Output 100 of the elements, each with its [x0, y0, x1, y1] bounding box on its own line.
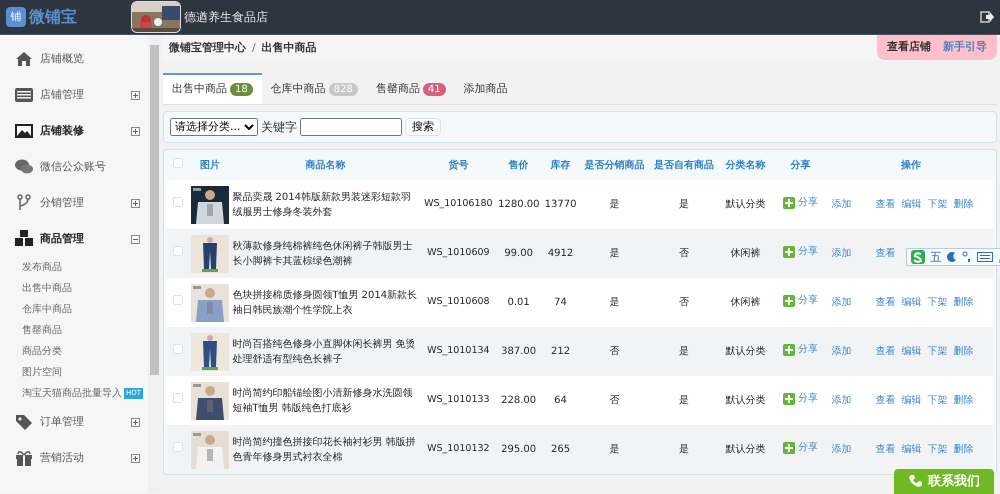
action-link[interactable]: 编辑 [901, 442, 922, 457]
share-link[interactable]: 分享 [783, 440, 818, 456]
action-link[interactable]: 添加 [831, 442, 852, 457]
image-icon [14, 121, 34, 141]
action-link[interactable]: 编辑 [901, 197, 922, 212]
count-badge: 18 [230, 83, 253, 96]
action-link[interactable]: 添加 [831, 246, 852, 261]
action-link[interactable]: 查看 [875, 393, 896, 408]
plus-icon [783, 196, 796, 209]
cubes-icon [14, 229, 34, 249]
action-link[interactable]: 删除 [953, 442, 974, 457]
top-link[interactable]: 查看店铺 [887, 39, 931, 56]
category-cell: 默认分类 [718, 376, 772, 425]
sidebar-item[interactable]: 店铺概览 [0, 41, 148, 77]
row-checkbox[interactable] [173, 295, 184, 305]
expand-icon[interactable] [131, 90, 140, 100]
category-cell: 默认分类 [718, 425, 772, 474]
action-link[interactable]: 编辑 [901, 393, 922, 408]
keyword-field[interactable] [300, 118, 402, 136]
row-checkbox[interactable] [173, 442, 184, 452]
price-cell: 295.00 [496, 425, 542, 474]
action-link[interactable]: 下架 [927, 344, 948, 359]
top-link[interactable]: 新手引导 [943, 39, 987, 56]
sidebar-item[interactable]: 店铺装修 [0, 113, 148, 149]
action-link[interactable]: 编辑 [901, 344, 922, 359]
row-checkbox[interactable] [173, 246, 184, 256]
row-checkbox[interactable] [173, 197, 184, 207]
action-link[interactable]: 添加 [831, 344, 852, 359]
column-header: 商品名称 [230, 150, 421, 180]
tab[interactable]: 出售中商品 18 [163, 73, 262, 104]
share-link[interactable]: 分享 [783, 195, 818, 210]
price-cell: 1280.00 [496, 180, 542, 229]
expand-icon[interactable] [131, 198, 140, 208]
action-link[interactable]: 查看 [875, 295, 896, 310]
row-checkbox[interactable] [173, 344, 184, 354]
sidebar-item[interactable]: 店铺管理 [0, 77, 148, 113]
expand-icon[interactable] [131, 126, 140, 136]
share-link[interactable]: 分享 [783, 391, 818, 406]
action-link[interactable]: 查看 [875, 197, 896, 212]
sidebar-label: 微信公众账号 [40, 158, 107, 175]
sidebar-subitem[interactable]: 发布商品 [0, 257, 148, 278]
action-link[interactable]: 删除 [953, 197, 974, 212]
sidebar-item[interactable]: 商品管理 [0, 221, 148, 257]
sidebar-subitem[interactable]: 图片空间 [0, 362, 148, 383]
sidebar-subitem[interactable]: 商品分类 [0, 341, 148, 362]
row-checkbox[interactable] [173, 393, 184, 403]
sidebar-subitem[interactable]: 出售中商品 [0, 278, 148, 299]
column-header: 售价 [496, 150, 542, 180]
action-link[interactable]: 下架 [927, 295, 948, 310]
sidebar-item[interactable]: 订单管理 [0, 404, 148, 440]
product-name: 秋薄款修身纯棉裤纯色休闲裤子韩版男士长小脚裤卡其蓝棕绿色潮裤 [230, 229, 421, 278]
collapse-icon[interactable] [131, 234, 140, 244]
action-link[interactable]: 编辑 [901, 295, 922, 310]
table-cell: 是 [649, 327, 719, 376]
share-link[interactable]: 分享 [783, 293, 818, 308]
sidebar-label: 营销活动 [40, 450, 85, 466]
expand-icon[interactable] [131, 418, 140, 426]
sidebar-label: 店铺管理 [40, 86, 85, 103]
action-link[interactable]: 添加 [831, 393, 852, 408]
tab[interactable]: 添加商品 [454, 73, 517, 104]
column-header: 图片 [189, 150, 230, 180]
search-button[interactable]: 搜索 [405, 118, 441, 136]
action-link[interactable]: 删除 [953, 344, 974, 359]
action-link[interactable]: 查看 [875, 246, 896, 261]
sku-cell: WS_10106180 [420, 180, 496, 229]
share-link[interactable]: 分享 [783, 244, 818, 260]
action-link[interactable]: 添加 [831, 295, 852, 310]
action-link[interactable]: 下架 [927, 442, 948, 457]
price-cell: 0.01 [496, 278, 542, 327]
count-badge: 41 [422, 83, 446, 96]
column-header: 分享 [772, 150, 830, 180]
sidebar-label: 分销管理 [40, 194, 85, 211]
sidebar-item[interactable]: 微信公众账号 [0, 149, 148, 185]
select-all-checkbox[interactable] [173, 158, 184, 168]
action-link[interactable]: 添加 [831, 197, 852, 212]
stock-cell: 4912 [541, 229, 580, 278]
sidebar-item[interactable]: 营销活动 [0, 440, 148, 476]
contact-button[interactable]: 联系我们 [894, 468, 994, 494]
action-link[interactable]: 删除 [953, 295, 974, 310]
punctuation-icon [962, 251, 972, 263]
ime-mode[interactable]: 五 [930, 248, 942, 266]
action-link[interactable]: 下架 [927, 197, 948, 212]
tab[interactable]: 售罄商品 41 [366, 73, 455, 104]
action-link[interactable]: 查看 [875, 442, 896, 457]
logout-icon[interactable] [980, 10, 994, 24]
plus-icon [783, 294, 796, 307]
table-cell: 是 [580, 278, 650, 327]
category-select[interactable]: 请选择分类... [170, 118, 258, 136]
action-link[interactable]: 删除 [953, 393, 974, 408]
tag-icon [14, 412, 34, 432]
sidebar-item[interactable]: 分销管理 [0, 185, 148, 221]
table-cell: 是 [649, 180, 719, 229]
breadcrumb-item[interactable]: 微铺宝管理中心 [169, 40, 246, 56]
action-link[interactable]: 查看 [875, 344, 896, 359]
category-cell: 默认分类 [718, 180, 772, 229]
sidebar-subitem[interactable]: 仓库中商品 [0, 299, 148, 320]
sidebar-subitem[interactable]: 售罄商品 [0, 320, 148, 341]
share-link[interactable]: 分享 [783, 342, 818, 358]
expand-icon[interactable] [131, 454, 140, 462]
action-link[interactable]: 下架 [927, 393, 948, 408]
